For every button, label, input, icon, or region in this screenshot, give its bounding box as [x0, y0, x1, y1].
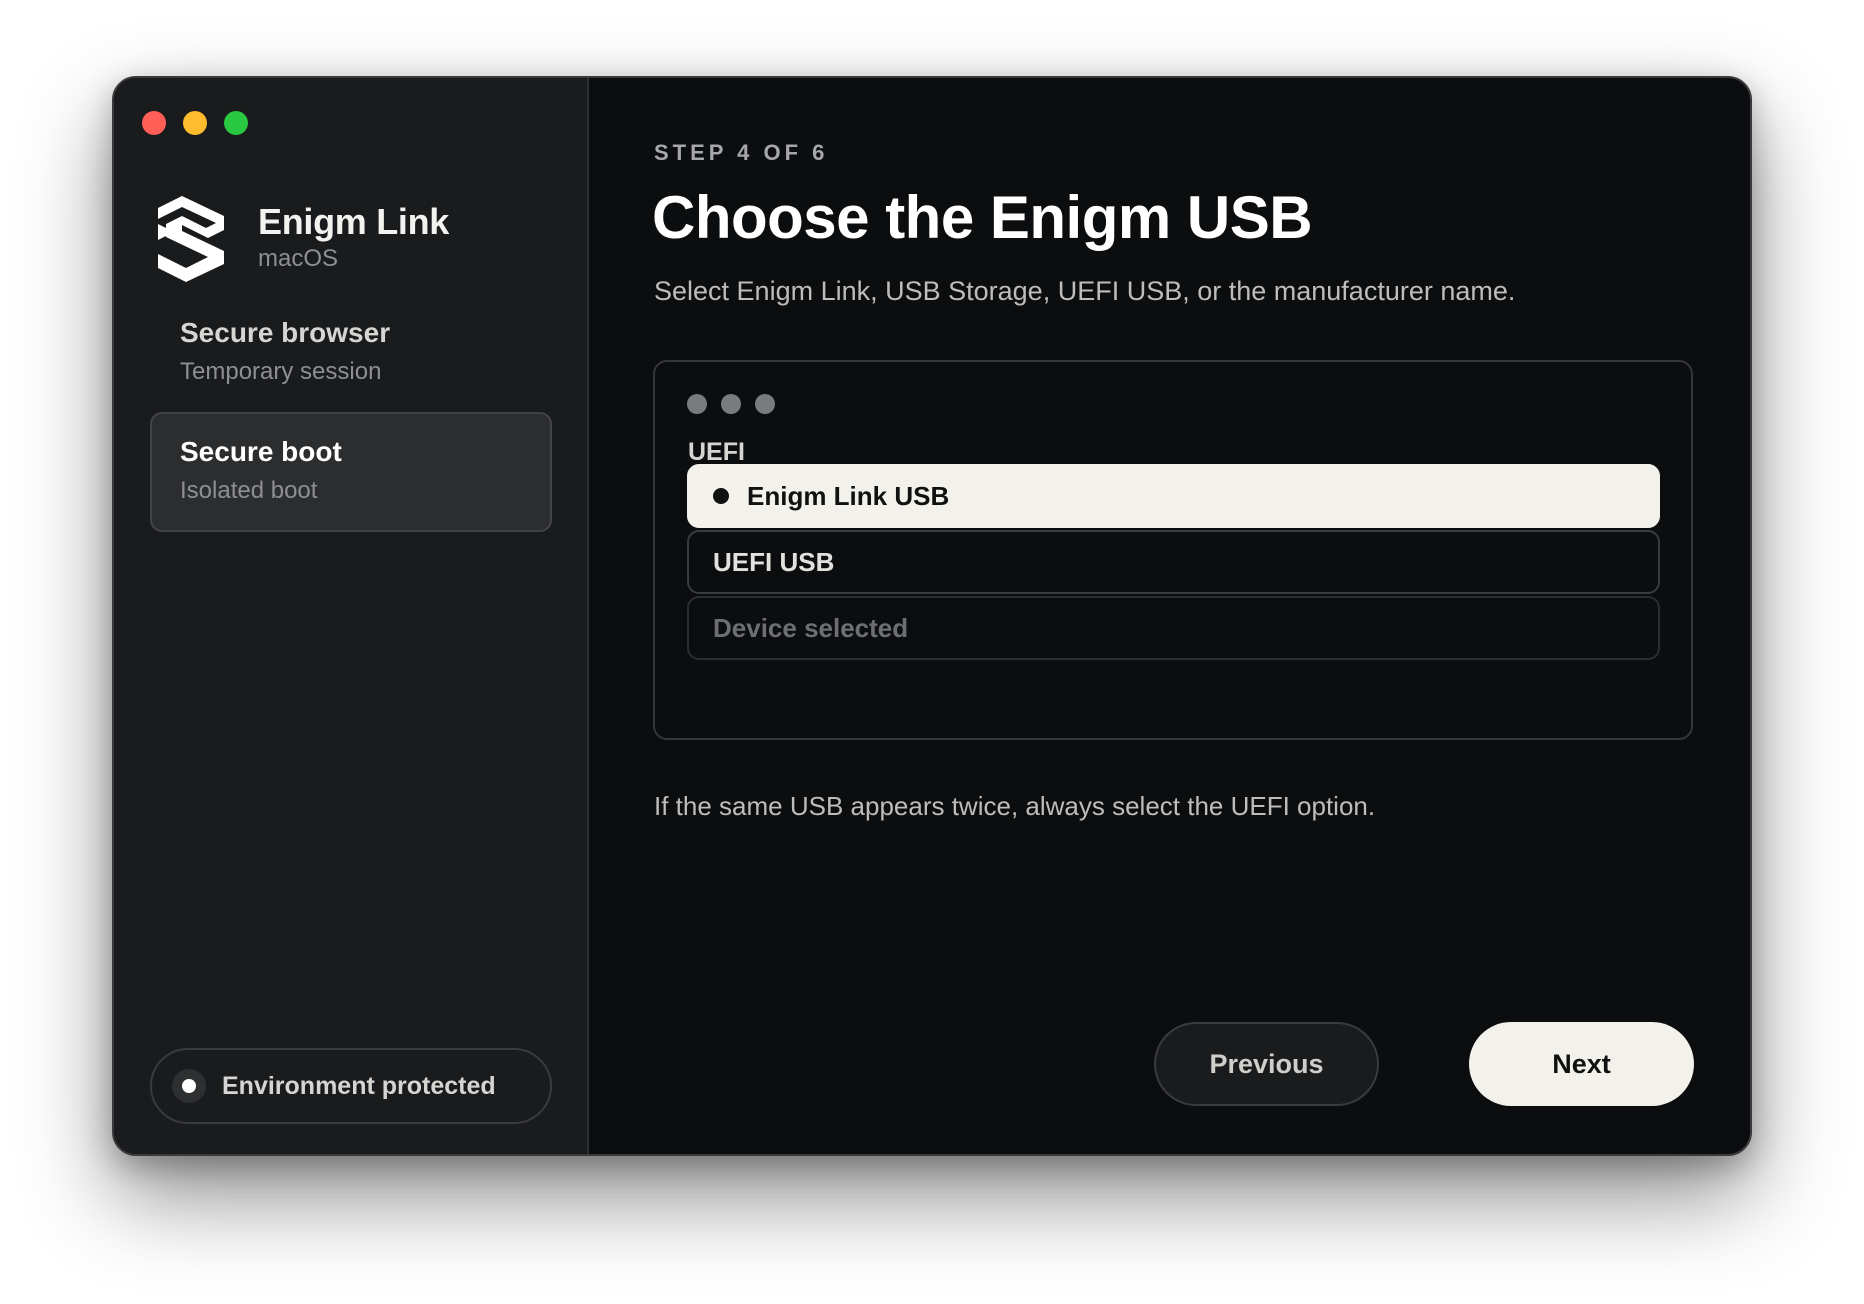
device-option-label: UEFI USB — [713, 546, 835, 577]
previous-button[interactable]: Previous — [1154, 1022, 1379, 1106]
traffic-lights — [142, 111, 248, 135]
page-title: Choose the Enigm USB — [652, 184, 1313, 251]
enigm-link-logo-icon — [158, 196, 224, 282]
sidebar-item-title: Secure browser — [180, 317, 391, 348]
sidebar-item-secure-browser[interactable]: Secure browser Temporary session — [150, 293, 552, 413]
page-subtitle: Select Enigm Link, USB Storage, UEFI USB… — [654, 276, 1516, 306]
brand-platform: macOS — [258, 245, 339, 272]
brand-header: Enigm Link macOS — [152, 194, 449, 282]
environment-status-badge: Environment protected — [150, 1048, 552, 1124]
more-dots-icon — [687, 394, 775, 414]
sidebar-item-subtitle: Isolated boot — [180, 477, 318, 504]
minimize-window-button[interactable] — [183, 111, 207, 135]
sidebar-item-subtitle: Temporary session — [180, 358, 382, 385]
next-button[interactable]: Next — [1469, 1022, 1694, 1106]
sidebar-item-title: Secure boot — [180, 436, 342, 467]
device-option-enigm-link-usb[interactable]: Enigm Link USB — [687, 464, 1660, 528]
status-dot-icon — [172, 1069, 206, 1103]
device-option-label: Device selected — [713, 612, 909, 643]
device-group-label: UEFI — [688, 438, 745, 466]
app-window: Enigm Link macOS Secure browser Temporar… — [112, 76, 1752, 1156]
device-option-label: Enigm Link USB — [747, 480, 950, 511]
sidebar-item-secure-boot[interactable]: Secure boot Isolated boot — [150, 412, 552, 532]
step-indicator: STEP 4 OF 6 — [654, 140, 829, 165]
device-option-device-selected[interactable]: Device selected — [687, 596, 1660, 660]
uefi-hint-note: If the same USB appears twice, always se… — [654, 791, 1376, 821]
close-window-button[interactable] — [142, 111, 166, 135]
zoom-window-button[interactable] — [224, 111, 248, 135]
brand-name: Enigm Link — [258, 201, 450, 242]
selected-dot-icon — [713, 488, 729, 504]
main-content: STEP 4 OF 6 Choose the Enigm USB Select … — [589, 78, 1750, 1154]
sidebar: Enigm Link macOS Secure browser Temporar… — [114, 78, 589, 1154]
environment-status-label: Environment protected — [222, 1071, 496, 1100]
device-option-uefi-usb[interactable]: UEFI USB — [687, 530, 1660, 594]
boot-device-panel: UEFI Enigm Link USB UEFI USB Device sele… — [653, 360, 1693, 740]
